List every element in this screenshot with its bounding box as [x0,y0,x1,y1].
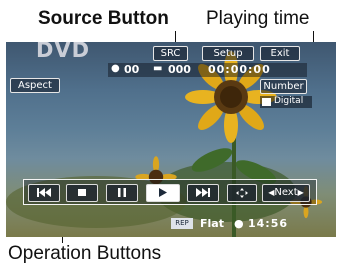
dolby-icon [262,98,271,106]
skip-next-icon [196,188,210,197]
aspect-button[interactable]: Aspect [10,78,60,93]
operation-button-bar: ◀Next▶ [23,179,317,205]
pause-button[interactable] [106,184,138,202]
stop-button[interactable] [66,184,98,202]
digital-label: Digital [274,96,304,106]
next-page-label: Next [274,187,298,198]
play-button[interactable] [146,184,180,202]
cursor-button[interactable] [227,184,257,202]
disc-icon: ● [111,63,120,74]
sound-mode: Flat [200,217,224,230]
dvd-playback-screen: DVD SRC Setup Exit ● 00 ▬ 000 00:00:00 A… [6,42,336,237]
clock-time: 14:56 [248,217,289,230]
previous-button[interactable] [28,184,60,202]
next-page-right-arrow: ▶ [297,188,304,197]
playing-info-row: ● 00 ▬ 000 00:00:00 [108,63,307,77]
play-icon [159,188,167,197]
playing-time-callout: Playing time [206,8,310,29]
setup-button[interactable]: Setup [202,46,254,61]
source-button-callout: Source Button [38,8,169,29]
source-label: DVD [36,42,91,62]
chapter-number: 000 [168,63,191,76]
repeat-indicator: REP [171,218,193,229]
chapter-icon: ▬ [153,63,163,74]
cursor-icon [236,188,248,198]
next-page-button[interactable]: ◀Next▶ [262,184,310,202]
skip-previous-icon [37,188,51,197]
src-button[interactable]: SRC [153,46,188,61]
playing-time: 00:00:00 [208,63,271,76]
operation-buttons-callout: Operation Buttons [8,243,162,264]
dolby-digital-badge: Digital [260,96,312,108]
number-button[interactable]: Number [260,79,307,94]
stop-icon [78,189,86,196]
exit-button[interactable]: Exit [260,46,300,61]
next-button[interactable] [187,184,219,202]
title-number: 00 [124,63,140,76]
clock-icon: ● [234,217,244,230]
pause-icon [118,188,126,197]
